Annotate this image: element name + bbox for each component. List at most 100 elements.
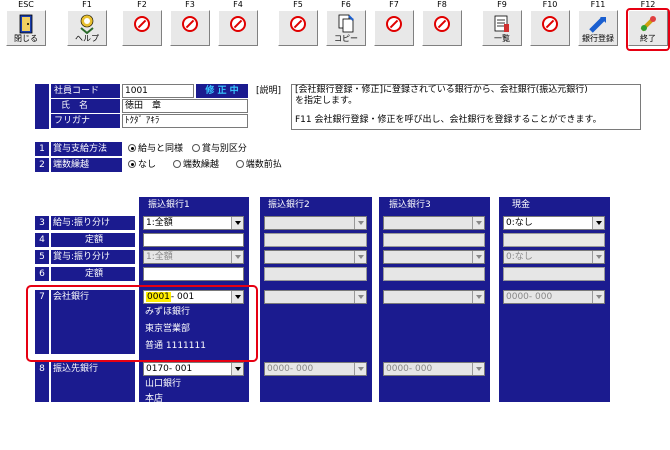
bank2-company-bank-select[interactable]	[264, 290, 367, 304]
row-3-num: 3	[35, 216, 49, 230]
chevron-down-icon	[592, 217, 604, 229]
option-2-num: 2	[35, 158, 49, 172]
f5-button[interactable]	[278, 10, 318, 46]
radio-carry-over[interactable]: 端数繰越	[172, 160, 219, 170]
f3-button[interactable]	[170, 10, 210, 46]
chevron-down-icon	[592, 251, 604, 263]
row-5-num: 5	[35, 250, 49, 264]
list-button[interactable]: 一覧	[482, 10, 522, 46]
cash-bonus-split-select[interactable]: 0:なし	[503, 250, 605, 264]
rounding-radio-group: なし 端数繰越 端数前払	[128, 158, 282, 172]
description-line-1: [会社銀行登録・修正]に登録されている銀行から、会社銀行(振込元銀行)	[295, 85, 588, 95]
option-1-num: 1	[35, 142, 49, 156]
name-label: 氏 名	[51, 99, 120, 113]
disabled-icon	[290, 16, 306, 32]
key-label-f3: F3	[185, 0, 195, 9]
chevron-down-icon	[231, 251, 243, 263]
f2-button[interactable]	[122, 10, 162, 46]
radio-bonus-separate[interactable]: 賞与別区分	[191, 144, 247, 154]
chevron-down-icon	[472, 363, 484, 375]
chevron-down-icon	[472, 217, 484, 229]
row-8-num: 8	[35, 362, 49, 376]
key-label-f1: F1	[82, 0, 92, 9]
cash-salary-split-select[interactable]: 0:なし	[503, 216, 605, 230]
employee-header-strip	[35, 84, 49, 129]
bank1-bonus-fixed-input[interactable]	[143, 267, 244, 281]
bank3-header: 振込銀行3	[389, 200, 431, 210]
radio-none[interactable]: なし	[128, 160, 156, 170]
row-4-num: 4	[35, 233, 49, 247]
bank1-salary-fixed-input[interactable]	[143, 233, 244, 247]
chevron-down-icon	[354, 291, 366, 303]
bank2-bonus-fixed-input[interactable]	[264, 267, 367, 281]
row-6-num: 6	[35, 267, 49, 281]
bank3-bonus-split-select[interactable]	[383, 250, 485, 264]
bonus-method-radio-group: 給与と同様 賞与別区分	[128, 142, 247, 156]
row-bonus-split-label: 賞与:振り分け	[51, 250, 135, 264]
copy-icon	[327, 14, 365, 34]
dest-bank2-select[interactable]: 0000- 000	[264, 362, 367, 376]
f8-button[interactable]	[422, 10, 462, 46]
bank3-company-bank-select[interactable]	[383, 290, 485, 304]
f4-button[interactable]	[218, 10, 258, 46]
key-label-f4: F4	[233, 0, 243, 9]
furigana-field[interactable]: ﾄｸﾀﾞ ｱｷﾗ	[122, 114, 248, 128]
disabled-icon	[134, 16, 150, 32]
f7-button[interactable]	[374, 10, 414, 46]
f12-highlight-box	[626, 8, 670, 51]
chevron-down-icon	[354, 251, 366, 263]
description-line-2: を指定します。	[295, 96, 358, 106]
cash-company-bank-select[interactable]: 0000- 000	[503, 290, 605, 304]
disabled-icon	[182, 16, 198, 32]
description-line-3: F11 会社銀行登録・修正を呼び出し、会社銀行を登録することができます。	[295, 115, 602, 125]
chevron-down-icon	[231, 217, 243, 229]
chevron-down-icon	[231, 363, 243, 375]
f10-button[interactable]	[530, 10, 570, 46]
bank2-header: 振込銀行2	[268, 200, 310, 210]
option-2-label: 端数繰越	[51, 158, 122, 172]
disabled-icon	[542, 16, 558, 32]
radio-same-as-salary[interactable]: 給与と同様	[128, 144, 183, 154]
help-icon	[68, 14, 106, 34]
dest-bank1-select[interactable]: 0170- 001	[143, 362, 244, 376]
employee-code-label: 社員コード	[51, 84, 120, 98]
description-label: [説明]	[256, 86, 282, 96]
key-label-esc: ESC	[18, 0, 34, 9]
key-label-f5: F5	[293, 0, 303, 9]
dest-bank3-select[interactable]: 0000- 000	[383, 362, 485, 376]
bank-register-button[interactable]: 銀行登録	[578, 10, 618, 46]
cash-header: 現金	[512, 200, 531, 210]
copy-button[interactable]: コピー	[326, 10, 366, 46]
chevron-down-icon	[354, 363, 366, 375]
row-salary-split-label: 給与:振り分け	[51, 216, 135, 230]
disabled-icon	[386, 16, 402, 32]
bank1-bonus-split-select[interactable]: 1:全額	[143, 250, 244, 264]
bank2-salary-fixed-input[interactable]	[264, 233, 367, 247]
list-icon	[483, 14, 521, 34]
employee-code-field[interactable]: 1001	[122, 84, 194, 98]
cash-salary-fixed-input[interactable]	[503, 233, 605, 247]
bank2-salary-split-select[interactable]	[264, 216, 367, 230]
exit-door-icon	[7, 14, 45, 34]
bank-register-icon	[579, 14, 617, 34]
key-label-f2: F2	[137, 0, 147, 9]
bank1-header: 振込銀行1	[148, 200, 190, 210]
bank3-salary-split-select[interactable]	[383, 216, 485, 230]
key-label-f7: F7	[389, 0, 399, 9]
cash-bonus-fixed-input[interactable]	[503, 267, 605, 281]
chevron-down-icon	[592, 291, 604, 303]
row-salary-fixed-label: 定額	[51, 233, 135, 247]
key-label-f11: F11	[590, 0, 606, 9]
key-label-f9: F9	[497, 0, 507, 9]
bank1-salary-split-select[interactable]: 1:全額	[143, 216, 244, 230]
function-key-toolbar: ESC 閉じる F1 ヘルプ F2 F3 F4 F5 F6 コピー F7 F8 …	[6, 0, 670, 51]
bank3-salary-fixed-input[interactable]	[383, 233, 485, 247]
dest-bank1-branch: 本店	[145, 394, 164, 404]
help-button[interactable]: ヘルプ	[67, 10, 107, 46]
bank2-bonus-split-select[interactable]	[264, 250, 367, 264]
radio-prepay[interactable]: 端数前払	[235, 160, 282, 170]
name-field[interactable]: 徳田 章	[122, 99, 248, 113]
close-button[interactable]: 閉じる	[6, 10, 46, 46]
bank3-bonus-fixed-input[interactable]	[383, 267, 485, 281]
company-bank-highlight-box	[26, 285, 258, 362]
